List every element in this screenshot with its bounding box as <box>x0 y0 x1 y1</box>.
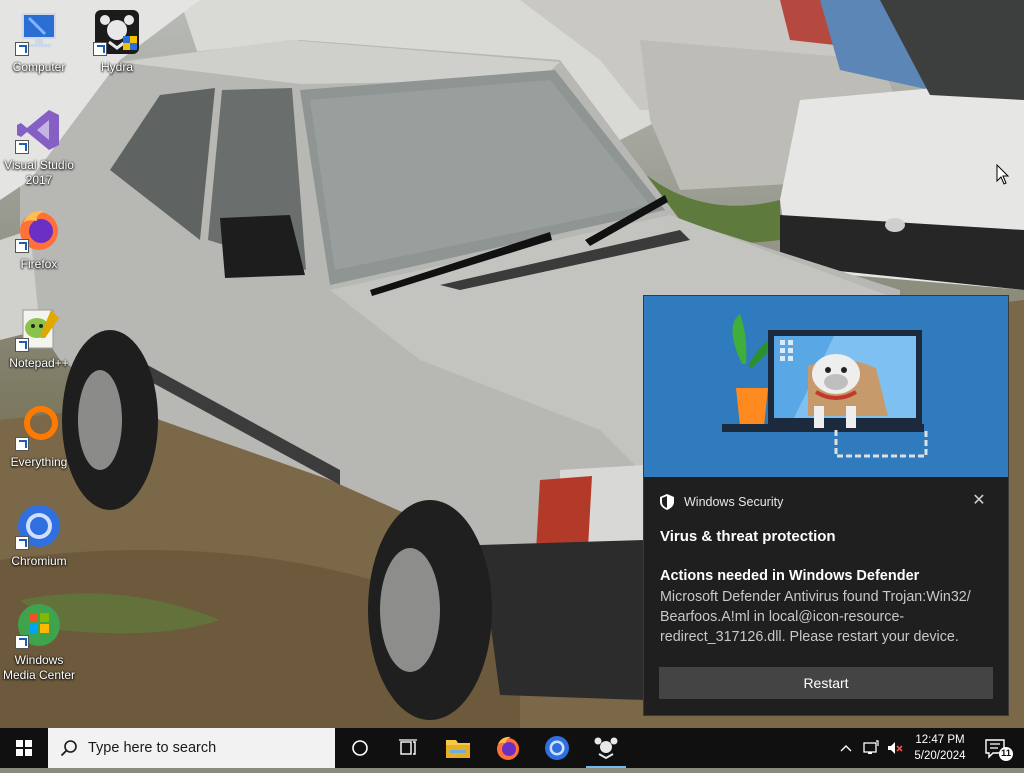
bulldog-laptop-illustration <box>722 314 928 458</box>
shortcut-arrow-icon <box>93 42 107 56</box>
close-icon[interactable]: ✕ <box>970 492 988 510</box>
mouse-cursor-icon <box>996 164 1010 185</box>
taskbar: Type here to search 12:47 PM 5/20/2024 1… <box>0 728 1024 768</box>
firefox-icon <box>15 205 63 253</box>
desktop-icon-notepadpp[interactable]: Notepad++ <box>0 304 78 371</box>
desktop-icon-label: Firefox <box>20 257 58 271</box>
shortcut-arrow-icon <box>15 239 29 253</box>
shortcut-arrow-icon <box>15 437 29 451</box>
shortcut-arrow-icon <box>15 140 29 154</box>
desktop-icon-firefox[interactable]: Firefox <box>0 205 78 272</box>
firefox-icon <box>497 736 519 760</box>
toast-app-name: Windows Security <box>684 495 784 509</box>
hydra-taskbar-button[interactable] <box>582 728 630 768</box>
desktop-icon-windows-media-center[interactable]: Windows Media Center <box>0 601 78 683</box>
system-tray <box>836 728 908 768</box>
file-explorer-button[interactable] <box>434 728 482 768</box>
show-hidden-icons-chevron-up-icon[interactable] <box>838 740 854 756</box>
clock-date: 5/20/2024 <box>914 750 966 762</box>
toast-subtitle: Actions needed in Windows Defender <box>660 568 920 584</box>
firefox-taskbar-button[interactable] <box>484 728 532 768</box>
shortcut-arrow-icon <box>15 635 29 649</box>
search-placeholder: Type here to search <box>88 740 217 756</box>
security-toast-notification[interactable]: Windows Security ✕ Virus & threat protec… <box>644 296 1008 715</box>
search-icon <box>60 740 77 757</box>
shortcut-arrow-icon <box>15 42 29 56</box>
toast-hero-illustration <box>644 296 1008 477</box>
action-center-button[interactable]: 11 <box>980 734 1016 762</box>
hydra-icon <box>594 737 618 760</box>
shortcut-arrow-icon <box>15 536 29 550</box>
hydra-icon <box>93 8 141 56</box>
shield-icon <box>660 494 674 510</box>
taskbar-search-box[interactable]: Type here to search <box>48 728 335 768</box>
taskbar-clock[interactable]: 12:47 PM 5/20/2024 <box>908 732 972 764</box>
chromium-icon <box>15 502 63 550</box>
desktop-icon-label: Everything <box>10 455 68 469</box>
volume-muted-icon[interactable] <box>886 740 904 756</box>
clock-time: 12:47 PM <box>915 734 965 746</box>
desktop-icon-hydra[interactable]: Hydra <box>78 8 156 75</box>
toast-title: Virus & threat protection <box>660 528 836 545</box>
chromium-icon <box>545 736 569 760</box>
desktop-icon-visual-studio[interactable]: Visual Studio 2017 <box>0 106 78 188</box>
desktop-icon-label: Computer <box>12 60 66 74</box>
desktop-icon-label: Hydra <box>100 60 133 74</box>
desktop-icon-label: Windows Media Center <box>2 653 76 682</box>
desktop-icon-label: Chromium <box>11 554 67 568</box>
computer-icon <box>15 8 63 56</box>
toast-app-header: Windows Security <box>660 494 783 510</box>
desktop-icon-computer[interactable]: Computer <box>0 8 78 75</box>
file-explorer-icon <box>446 740 470 758</box>
desktop-icon-everything[interactable]: Everything <box>0 403 78 470</box>
visual-studio-icon <box>15 106 63 154</box>
desktop-icon-label: Notepad++ <box>9 356 69 370</box>
cortana-icon <box>352 740 368 756</box>
notification-count-badge: 11 <box>1000 748 1012 759</box>
desktop-icon-chromium[interactable]: Chromium <box>0 502 78 569</box>
task-view-button[interactable] <box>384 728 432 768</box>
desktop-icon-label: Visual Studio 2017 <box>4 158 74 187</box>
notepadpp-icon <box>15 304 63 352</box>
everything-icon <box>15 403 63 451</box>
network-icon[interactable] <box>862 740 880 756</box>
cortana-button[interactable] <box>336 728 384 768</box>
start-button[interactable] <box>0 728 48 768</box>
shortcut-arrow-icon <box>15 338 29 352</box>
toast-body-text: Microsoft Defender Antivirus found Troja… <box>660 589 971 645</box>
task-view-icon <box>399 739 417 755</box>
windows-logo-icon <box>16 740 32 756</box>
restart-button[interactable]: Restart <box>659 667 993 699</box>
windows-media-center-icon <box>15 601 63 649</box>
chromium-taskbar-button[interactable] <box>533 728 581 768</box>
